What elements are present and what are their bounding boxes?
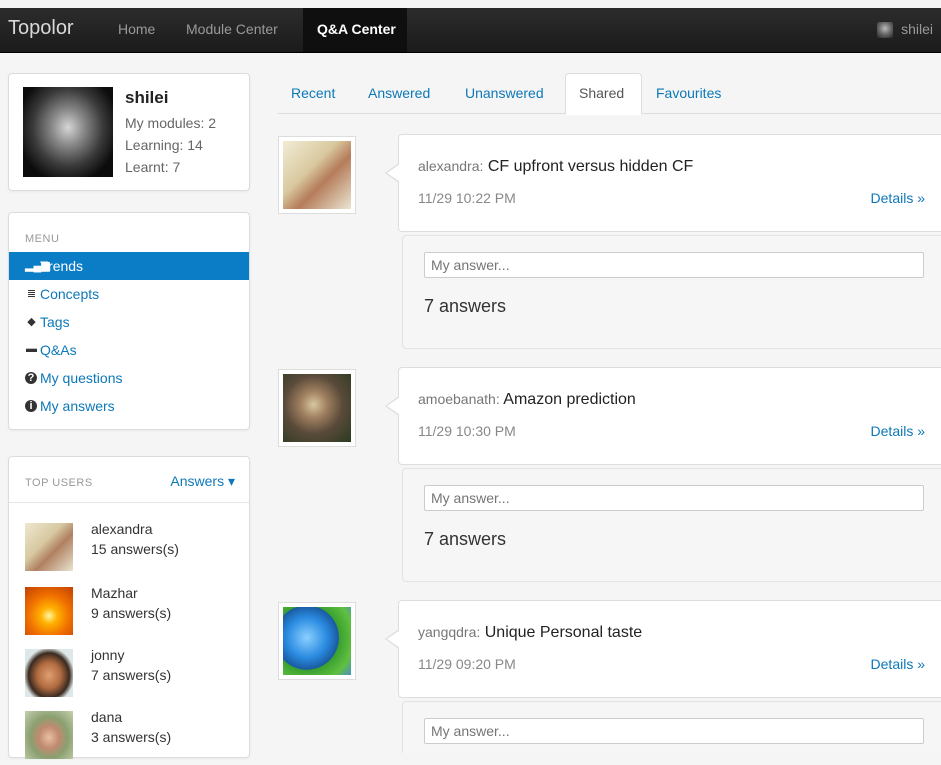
top-user-row[interactable]: Mazhar 9 answers(s) <box>9 581 249 641</box>
question-card: alexandra: CF upfront versus hidden CF 1… <box>385 134 941 232</box>
question-thumbnail[interactable] <box>278 136 356 214</box>
bubble-arrow-inner <box>387 164 400 182</box>
question-thumbnail[interactable] <box>278 369 356 447</box>
tab-unanswered[interactable]: Unanswered <box>465 85 544 101</box>
menu-item-label: Q&As <box>40 342 77 358</box>
comment-icon: ▬ <box>26 343 37 355</box>
qa-tabs: Recent Answered Unanswered Shared Favour… <box>278 73 941 115</box>
details-link[interactable]: Details » <box>871 423 925 439</box>
question-title-text[interactable]: Amazon prediction <box>503 391 636 408</box>
top-user-name[interactable]: alexandra <box>91 521 153 537</box>
list-icon: ≣ <box>26 288 37 300</box>
user-avatar[interactable] <box>25 587 73 635</box>
tab-answered[interactable]: Answered <box>368 85 430 101</box>
question-title[interactable]: amoebanath: Amazon prediction <box>418 391 636 409</box>
answer-count[interactable]: 7 answers <box>424 529 506 550</box>
question-time: 11/29 10:22 PM <box>418 190 516 206</box>
bubble-arrow-inner <box>387 630 400 648</box>
profile-photo[interactable] <box>23 87 113 177</box>
profile-learnt: Learnt: 7 <box>125 159 181 175</box>
tab-recent[interactable]: Recent <box>291 85 335 101</box>
answer-input[interactable] <box>424 485 924 511</box>
sort-dropdown[interactable]: Answers ▾ <box>170 473 235 490</box>
menu-item-label: Tags <box>40 314 70 330</box>
question-thumbnail[interactable] <box>278 602 356 680</box>
question-time: 11/29 10:30 PM <box>418 423 516 439</box>
top-user-count: 3 answers(s) <box>91 729 172 745</box>
menu-item-label: Trends <box>40 258 84 274</box>
user-avatar-icon[interactable] <box>877 22 893 38</box>
menu-item-my-answers[interactable]: i My answers <box>9 392 249 420</box>
menu-item-concepts[interactable]: ≣ Concepts <box>9 280 249 308</box>
top-user-count: 15 answers(s) <box>91 541 179 557</box>
question-card: amoebanath: Amazon prediction 11/29 10:3… <box>385 367 941 465</box>
profile-learning: Learning: 14 <box>125 137 203 153</box>
question-author-avatar <box>283 141 351 209</box>
menu-item-label: My answers <box>40 398 115 414</box>
question-author[interactable]: alexandra: <box>418 158 483 174</box>
question-title-text[interactable]: CF upfront versus hidden CF <box>488 158 693 175</box>
profile-card: shilei My modules: 2 Learning: 14 Learnt… <box>8 73 250 191</box>
top-user-row[interactable]: jonny 7 answers(s) <box>9 643 249 703</box>
bubble-arrow-inner <box>387 397 400 415</box>
top-user-row[interactable]: alexandra 15 answers(s) <box>9 517 249 577</box>
menu-item-trends[interactable]: ▂▄▆ Trends <box>9 252 249 280</box>
top-user-name[interactable]: jonny <box>91 647 124 663</box>
menu-header: MENU <box>25 233 60 245</box>
profile-name[interactable]: shilei <box>125 88 168 108</box>
top-user-row[interactable]: dana 3 answers(s) <box>9 705 249 765</box>
answer-count[interactable]: 7 answers <box>424 296 506 317</box>
question-author-avatar <box>283 374 351 442</box>
question-author[interactable]: yangqdra: <box>418 624 480 640</box>
question-author[interactable]: amoebanath: <box>418 391 500 407</box>
answer-input[interactable] <box>424 252 924 278</box>
profile-my-modules: My modules: 2 <box>125 115 217 131</box>
nav-user-name[interactable]: shilei <box>901 21 933 37</box>
info-circle-icon: i <box>25 400 37 412</box>
nav-qa-center[interactable]: Q&A Center <box>317 21 396 37</box>
question-circle-icon: ? <box>25 372 37 384</box>
question-title-text[interactable]: Unique Personal taste <box>485 624 642 641</box>
menu-item-label: Concepts <box>40 286 100 302</box>
top-users-card: TOP USERS Answers ▾ alexandra 15 answers… <box>8 456 250 759</box>
details-link[interactable]: Details » <box>871 190 925 206</box>
user-avatar[interactable] <box>25 649 73 697</box>
question-author-avatar <box>283 607 351 675</box>
menu-item-qas[interactable]: ▬ Q&As <box>9 336 249 364</box>
details-link[interactable]: Details » <box>871 656 925 672</box>
tab-shared[interactable]: Shared <box>579 85 624 101</box>
top-user-name[interactable]: dana <box>91 709 122 725</box>
menu-item-tags[interactable]: ◆ Tags <box>9 308 249 336</box>
menu-item-label: My questions <box>40 370 123 386</box>
answer-box <box>402 701 941 753</box>
user-avatar[interactable] <box>25 523 73 571</box>
top-user-count: 9 answers(s) <box>91 605 172 621</box>
chart-bars-icon: ▂▄▆ <box>25 260 50 272</box>
question-card: yangqdra: Unique Personal taste 11/29 09… <box>385 600 941 698</box>
divider <box>9 502 249 503</box>
top-user-name[interactable]: Mazhar <box>91 585 138 601</box>
menu-card: MENU ▂▄▆ Trends ≣ Concepts ◆ Tags ▬ Q&As… <box>8 212 250 430</box>
answer-box: 7 answers <box>402 235 941 349</box>
nav-module-center[interactable]: Module Center <box>186 21 278 37</box>
answer-box: 7 answers <box>402 468 941 582</box>
answer-input[interactable] <box>424 718 924 744</box>
question-title[interactable]: alexandra: CF upfront versus hidden CF <box>418 158 693 176</box>
brand-logo[interactable]: Topolor <box>8 17 74 40</box>
tag-icon: ◆ <box>27 316 36 328</box>
top-users-header: TOP USERS <box>25 477 93 489</box>
menu-item-my-questions[interactable]: ? My questions <box>9 364 249 392</box>
top-navbar: Topolor Home Module Center Q&A Center sh… <box>0 8 941 53</box>
question-time: 11/29 09:20 PM <box>418 656 516 672</box>
question-title[interactable]: yangqdra: Unique Personal taste <box>418 624 642 642</box>
nav-home[interactable]: Home <box>118 21 155 37</box>
top-user-count: 7 answers(s) <box>91 667 172 683</box>
tab-favourites[interactable]: Favourites <box>656 85 721 101</box>
